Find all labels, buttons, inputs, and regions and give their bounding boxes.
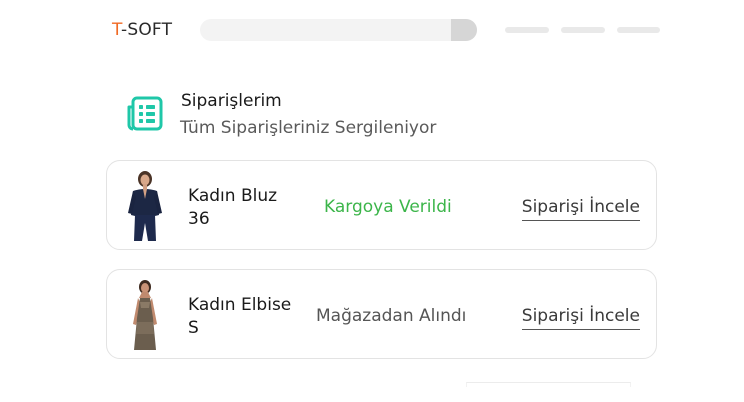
nav-placeholder-3[interactable] (617, 27, 660, 33)
page-title: Siparişlerim (181, 91, 282, 111)
order-card: Kadın Elbise S Mağazadan Alındı Siparişi… (106, 269, 657, 359)
product-image-blouse[interactable] (123, 169, 167, 243)
footer-divider (466, 382, 631, 387)
logo-accent: T (112, 20, 122, 40)
view-order-link[interactable]: Siparişi İncele (521, 195, 640, 221)
view-order-link[interactable]: Siparişi İncele (521, 304, 640, 330)
orders-icon (125, 95, 165, 133)
logo-text: -SOFT (121, 20, 173, 40)
order-status: Mağazadan Alındı (316, 306, 467, 326)
search-button[interactable] (451, 19, 477, 41)
top-header: T-SOFT (0, 0, 744, 60)
nav-placeholder-2[interactable] (561, 27, 605, 33)
brand-logo[interactable]: T-SOFT (112, 20, 172, 40)
search-bar[interactable] (200, 19, 477, 41)
nav-placeholder-1[interactable] (505, 27, 549, 33)
product-size: S (188, 318, 199, 338)
product-size: 36 (188, 209, 210, 229)
product-image-dress[interactable] (123, 278, 167, 352)
order-card: Kadın Bluz 36 Kargoya Verildi Siparişi İ… (106, 160, 657, 250)
page-subtitle: Tüm Siparişleriniz Sergileniyor (180, 118, 437, 138)
product-name: Kadın Elbise (188, 295, 292, 315)
order-status: Kargoya Verildi (324, 197, 452, 217)
product-name: Kadın Bluz (188, 186, 278, 206)
